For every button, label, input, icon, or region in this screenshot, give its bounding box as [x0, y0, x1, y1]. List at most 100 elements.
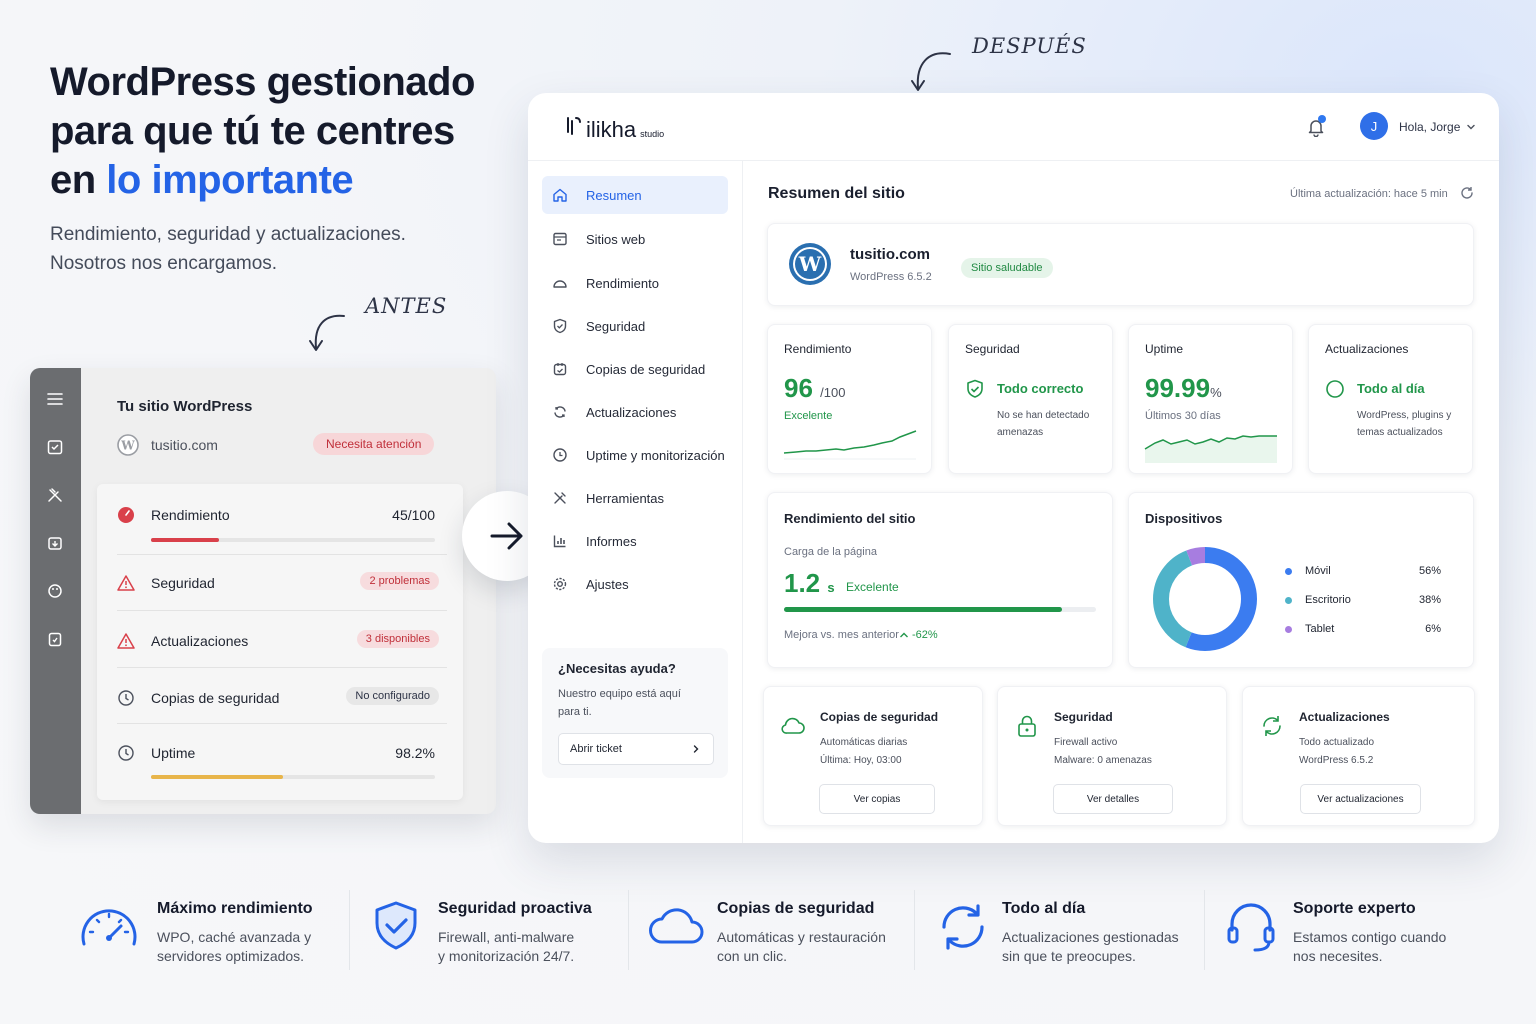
issues-pill: 2 problemas — [360, 572, 439, 590]
before-site-name: tusitio.com — [151, 437, 218, 453]
divider — [117, 554, 447, 555]
sidebar-item-uptime[interactable]: Uptime y monitorización — [542, 436, 728, 474]
metric-card-uptime: Uptime 99.99% Últimos 30 días — [1128, 324, 1293, 474]
help-box: ¿Necesitas ayuda? Nuestro equipo está aq… — [542, 648, 728, 778]
updates-card: Actualizaciones Todo actualizado WordPre… — [1242, 686, 1475, 826]
hero-subtitle-line1: Rendimiento, seguridad y actualizaciones… — [50, 224, 406, 245]
card-title: Actualizaciones — [1299, 710, 1390, 724]
metric-card-updates: Actualizaciones Todo al día WordPress, p… — [1308, 324, 1473, 474]
sidebar-item-label: Resumen — [586, 188, 642, 203]
sidebar-item-resumen[interactable]: Resumen — [542, 176, 728, 214]
tools-icon[interactable] — [46, 486, 64, 504]
hero-title-accent: lo importante — [106, 158, 354, 202]
before-row-value: 45/100 — [392, 507, 435, 523]
before-row-value: 98.2% — [395, 745, 435, 761]
sync-icon — [942, 904, 984, 950]
card-line: WordPress 6.5.2 — [1299, 755, 1374, 766]
card-line: Última: Hoy, 03:00 — [820, 755, 902, 766]
top-bar — [528, 93, 1499, 161]
sidebar-item-copias[interactable]: Copias de seguridad — [542, 350, 728, 388]
svg-text:W: W — [120, 439, 135, 453]
metric-status: Todo al día — [1357, 381, 1425, 396]
palette-icon[interactable] — [46, 582, 64, 600]
open-ticket-button[interactable]: Abrir ticket — [558, 733, 714, 765]
security-card: Seguridad Firewall activo Malware: 0 ame… — [997, 686, 1227, 826]
calendar-check-icon[interactable] — [46, 438, 64, 456]
legend-value: 56% — [1418, 565, 1441, 577]
before-dashboard: Tu sitio WordPress W tusitio.com Necesit… — [30, 368, 496, 814]
view-updates-button[interactable]: Ver actualizaciones — [1300, 784, 1421, 814]
sidebar-item-seguridad[interactable]: Seguridad — [542, 307, 728, 345]
notification-dot — [1318, 115, 1326, 123]
feature-line: con un clic. — [717, 948, 788, 964]
help-description: Nuestro equipo está aquí para ti. — [558, 688, 681, 718]
ilikha-logo-icon — [567, 117, 581, 135]
svg-text:W: W — [798, 252, 822, 276]
load-status: Excelente — [846, 580, 899, 594]
avatar[interactable]: J — [1360, 112, 1388, 140]
feature-line: WPO, caché avanzada y — [157, 929, 312, 945]
refresh-icon[interactable] — [1460, 186, 1474, 200]
menu-icon[interactable] — [46, 390, 64, 408]
sidebar-item-label: Sitios web — [586, 232, 646, 247]
hero-title-line1: WordPress gestionado — [50, 60, 475, 104]
feature-description: Actualizaciones gestionadas sin que te pr… — [1002, 928, 1179, 966]
gauge-alert-icon — [118, 507, 134, 523]
sidebar-item-label: Seguridad — [586, 319, 646, 334]
before-row-label: Copias de seguridad — [151, 690, 280, 706]
feature-title: Seguridad proactiva — [438, 900, 592, 917]
sidebar-item-herramientas[interactable]: Herramientas — [542, 479, 728, 517]
card-line: Todo actualizado — [1299, 737, 1375, 748]
backup-icon — [553, 363, 567, 376]
sidebar-item-ajustes[interactable]: Ajustes — [542, 565, 728, 603]
improvement-value: -62% — [912, 629, 938, 641]
help-title: ¿Necesitas ayuda? — [558, 661, 676, 676]
feature-line: servidores optimizados. — [157, 948, 305, 964]
backup-icon[interactable] — [46, 534, 64, 552]
sidebar-item-label: Copias de seguridad — [586, 362, 706, 377]
uptime-progress-fill — [151, 775, 284, 779]
healthy-badge: Sitio saludable — [961, 258, 1053, 278]
wordpress-icon: W — [789, 243, 831, 285]
hero-subtitle-line2: Nosotros nos encargamos. — [50, 253, 278, 274]
sidebar-item-actualizaciones[interactable]: Actualizaciones — [542, 393, 728, 431]
backup-clock-icon — [118, 690, 134, 706]
divider — [117, 723, 447, 724]
legend-label: Tablet — [1305, 623, 1335, 635]
chevron-down-icon[interactable] — [1466, 122, 1476, 132]
hero-title-line2: para que tú te centres — [50, 109, 455, 153]
view-details-button[interactable]: Ver detalles — [1053, 784, 1173, 814]
sidebar-item-informes[interactable]: Informes — [542, 522, 728, 560]
performance-progress-track — [151, 538, 435, 542]
view-backups-button[interactable]: Ver copias — [819, 784, 935, 814]
performance-sparkline — [783, 430, 917, 460]
clock-icon — [118, 745, 134, 761]
legend-dot — [1285, 568, 1292, 575]
shield-check-icon — [375, 901, 417, 950]
before-row-label: Rendimiento — [151, 507, 230, 523]
sync-icon — [1263, 716, 1281, 736]
sync-icon — [554, 406, 566, 418]
load-time-value: 1.2 — [784, 568, 821, 598]
before-sidebar — [30, 368, 81, 814]
user-greeting[interactable]: Hola, Jorge — [1399, 120, 1460, 134]
feature-line: sin que te preocupes. — [1002, 948, 1136, 964]
legend-value: 38% — [1418, 594, 1441, 606]
metric-label: Uptime — [1145, 342, 1184, 356]
feature-performance: Máximo rendimiento WPO, caché avanzada y… — [78, 896, 338, 976]
divider — [117, 610, 447, 611]
feature-line: y monitorización 24/7. — [438, 948, 575, 964]
backups-card: Copias de seguridad Automáticas diarias … — [763, 686, 983, 826]
home-icon — [553, 188, 567, 202]
brand-logo[interactable]: ilikha studio — [564, 115, 664, 143]
card-title: Rendimiento del sitio — [784, 511, 916, 526]
before-row-label: Seguridad — [151, 575, 215, 591]
clipboard-icon[interactable] — [46, 630, 64, 648]
page-title: Resumen del sitio — [768, 185, 905, 202]
sidebar-item-rendimiento[interactable]: Rendimiento — [542, 264, 728, 302]
warning-icon — [117, 633, 135, 649]
arrow-right-icon — [490, 522, 523, 550]
sidebar-item-sitios-web[interactable]: Sitios web — [542, 220, 728, 258]
hero-title-line3: en lo importante — [50, 156, 510, 205]
shield-icon — [553, 318, 567, 334]
